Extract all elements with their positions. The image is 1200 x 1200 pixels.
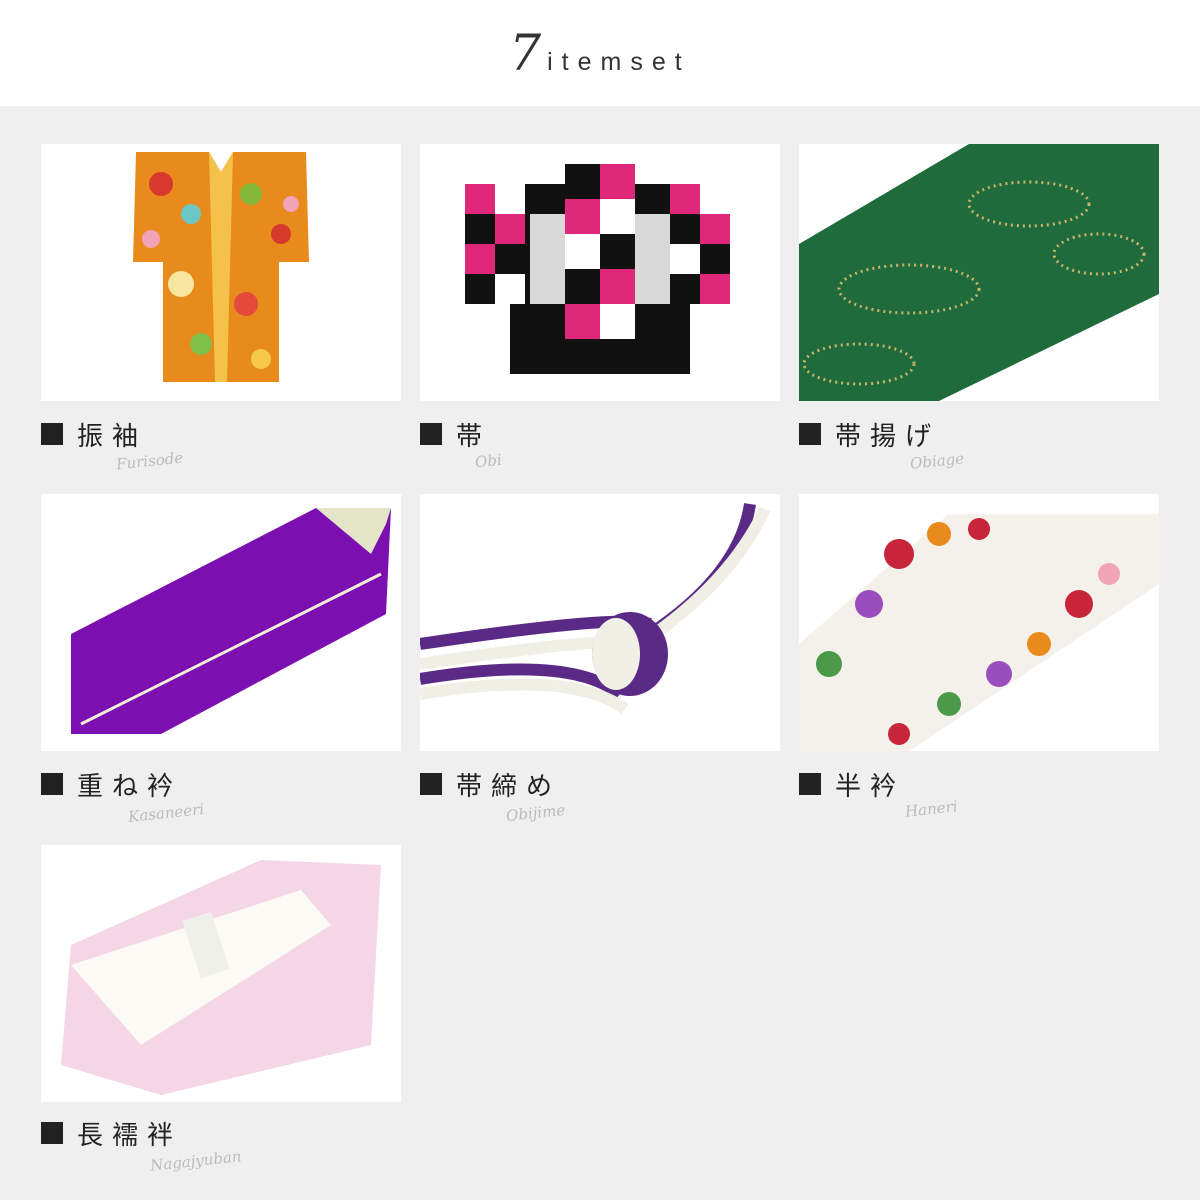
bullet-square xyxy=(420,773,442,795)
furisode-image xyxy=(41,144,401,401)
bullet-square xyxy=(420,423,442,445)
item-label-nagajyuban: 長襦袢 xyxy=(41,1113,182,1153)
item-name: 帯 xyxy=(456,421,492,452)
item-image-obiage xyxy=(799,144,1159,401)
nagajyuban-image xyxy=(41,845,401,1102)
bullet-square xyxy=(799,773,821,795)
page-title: 7 itemset xyxy=(509,28,690,78)
item-name: 振袖 xyxy=(77,421,148,452)
item-label-obiage: 帯揚げ xyxy=(799,414,940,454)
item-label-haneri: 半衿 xyxy=(799,764,905,804)
bullet-square xyxy=(41,773,63,795)
item-image-kasaneeri xyxy=(41,494,401,751)
title-text: itemset xyxy=(547,48,691,76)
item-name: 半衿 xyxy=(835,771,906,802)
item-name: 長襦袢 xyxy=(77,1120,183,1151)
item-romaji: Obi xyxy=(474,450,503,472)
item-image-nagajyuban xyxy=(41,845,401,1102)
bullet-square xyxy=(41,1122,63,1144)
obijime-image xyxy=(420,494,780,751)
bullet-square xyxy=(799,423,821,445)
item-label-furisode: 振袖 xyxy=(41,414,147,454)
haneri-image xyxy=(799,494,1159,751)
item-name: 帯締め xyxy=(456,771,562,802)
item-name: 帯揚げ xyxy=(835,421,941,452)
item-image-obi xyxy=(420,144,780,401)
item-label-obijime: 帯締め xyxy=(420,764,561,804)
item-image-haneri xyxy=(799,494,1159,751)
obiage-image xyxy=(799,144,1159,401)
kasaneeri-image xyxy=(41,494,401,751)
item-romaji: Obijime xyxy=(505,800,567,826)
item-label-kasaneeri: 重ね衿 xyxy=(41,764,182,804)
header: 7 itemset xyxy=(0,0,1200,106)
obi-image xyxy=(420,144,780,401)
item-label-obi: 帯 xyxy=(420,414,491,454)
item-romaji: Haneri xyxy=(904,797,959,821)
item-name: 重ね衿 xyxy=(77,771,183,802)
item-image-furisode xyxy=(41,144,401,401)
bullet-square xyxy=(41,423,63,445)
item-image-obijime xyxy=(420,494,780,751)
title-number: 7 xyxy=(509,24,542,82)
